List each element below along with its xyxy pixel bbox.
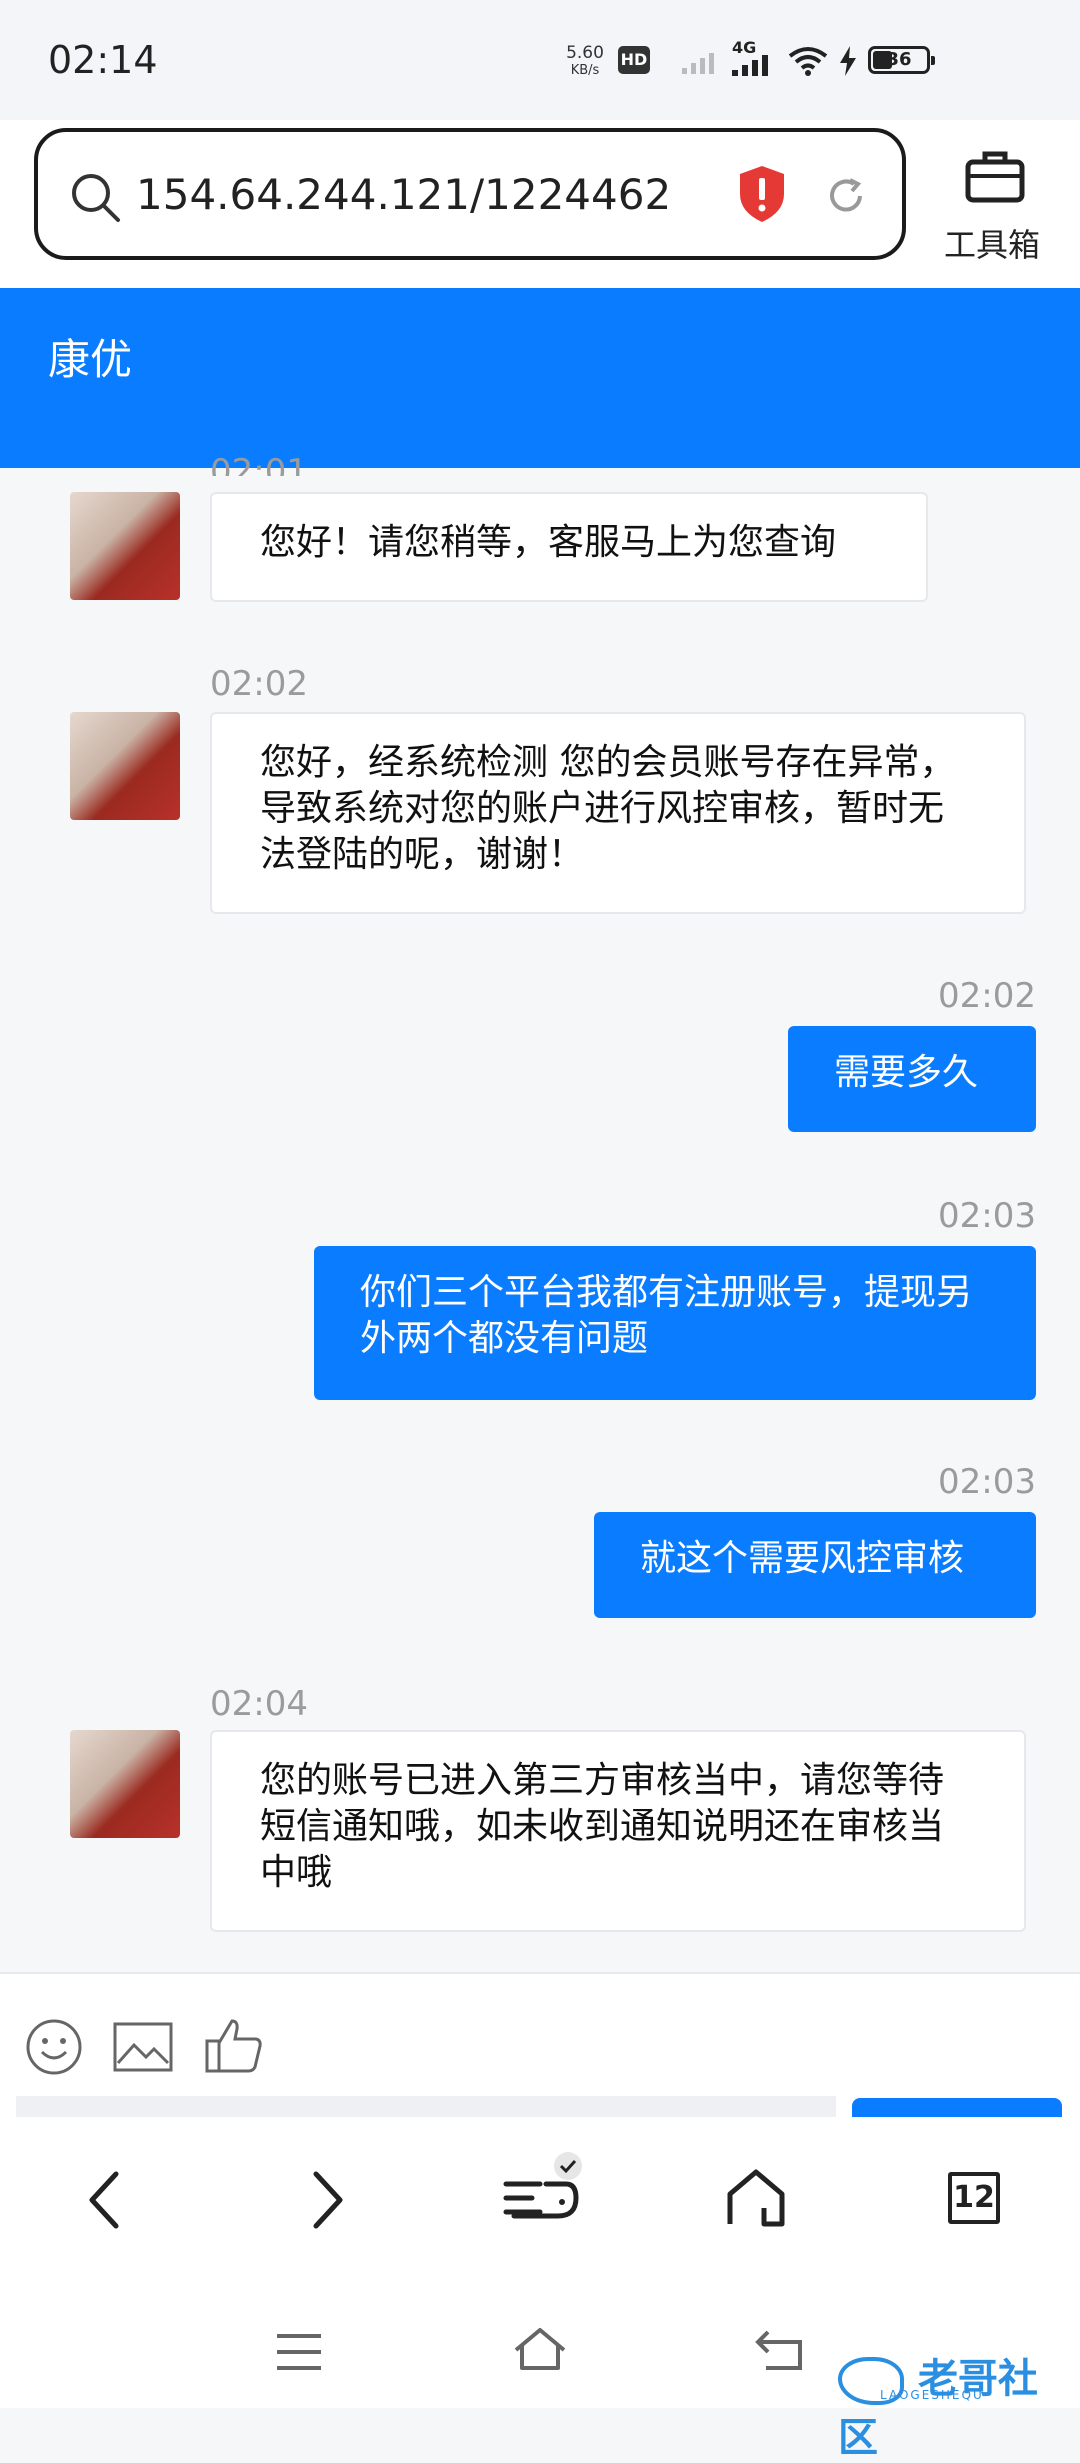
message-time: 02:04 — [210, 1684, 308, 1724]
user-message: 你们三个平台我都有注册账号，提现另外两个都没有问题 — [314, 1246, 1036, 1400]
system-home-icon[interactable] — [510, 2324, 570, 2378]
emoji-icon[interactable] — [24, 2017, 84, 2081]
network-speed-unit: KB/s — [570, 63, 600, 78]
network-speed-value: 5.60 — [566, 43, 604, 63]
agent-avatar — [70, 492, 180, 600]
message-time: 02:02 — [210, 664, 308, 704]
chat-header — [0, 288, 1080, 468]
battery-level: 36 — [886, 49, 912, 70]
system-back-icon[interactable] — [754, 2326, 810, 2378]
security-warning-icon[interactable] — [736, 164, 788, 228]
watermark-subtext: LAOGESHEQU — [880, 2388, 984, 2402]
message-time: 02:01 — [210, 452, 308, 476]
agent-message: 您好！请您稍等，客服马上为您查询 — [210, 492, 928, 602]
recents-menu-icon[interactable] — [274, 2330, 324, 2378]
agent-avatar — [70, 1730, 180, 1838]
agent-message: 您的账号已进入第三方审核当中，请您等待短信通知哦，如未收到通知说明还在审核当中哦 — [210, 1730, 1026, 1932]
toolbox-icon[interactable] — [964, 148, 1026, 208]
status-time: 02:14 — [48, 38, 158, 82]
home-icon[interactable] — [724, 2168, 788, 2234]
battery-icon: 36 — [868, 46, 935, 74]
user-message: 需要多久 — [788, 1026, 1036, 1132]
image-icon[interactable] — [112, 2021, 174, 2077]
send-button[interactable] — [852, 2098, 1062, 2117]
tabs-count-button[interactable]: 12 — [948, 2172, 1000, 2224]
message-input[interactable] — [16, 2096, 836, 2117]
user-message: 就这个需要风控审核 — [594, 1512, 1036, 1618]
network-speed: 5.60 KB/s — [565, 44, 605, 80]
wifi-icon — [788, 46, 828, 80]
toolbox-label[interactable]: 工具箱 — [944, 220, 1040, 266]
chat-title: 康优 — [48, 335, 133, 384]
message-time: 02:03 — [938, 1462, 1036, 1502]
back-icon[interactable] — [86, 2170, 126, 2234]
forward-icon[interactable] — [306, 2170, 346, 2234]
hd-voice-icon: HD — [618, 46, 650, 74]
reload-icon[interactable] — [822, 172, 870, 224]
message-time: 02:03 — [938, 1196, 1036, 1236]
url-text[interactable]: 154.64.244.121/1224462… — [136, 170, 676, 219]
menu-icon[interactable] — [500, 2150, 590, 2234]
search-icon — [68, 170, 122, 228]
agent-message: 您好，经系统检测 您的会员账号存在异常，导致系统对您的账户进行风控审核，暂时无法… — [210, 712, 1026, 914]
message-time: 02:02 — [938, 976, 1036, 1016]
signal-sim2-icon — [680, 48, 720, 80]
charging-bolt-icon — [838, 46, 858, 80]
agent-avatar — [70, 712, 180, 820]
signal-icon — [730, 52, 774, 82]
thumbs-up-icon[interactable] — [204, 2017, 264, 2079]
